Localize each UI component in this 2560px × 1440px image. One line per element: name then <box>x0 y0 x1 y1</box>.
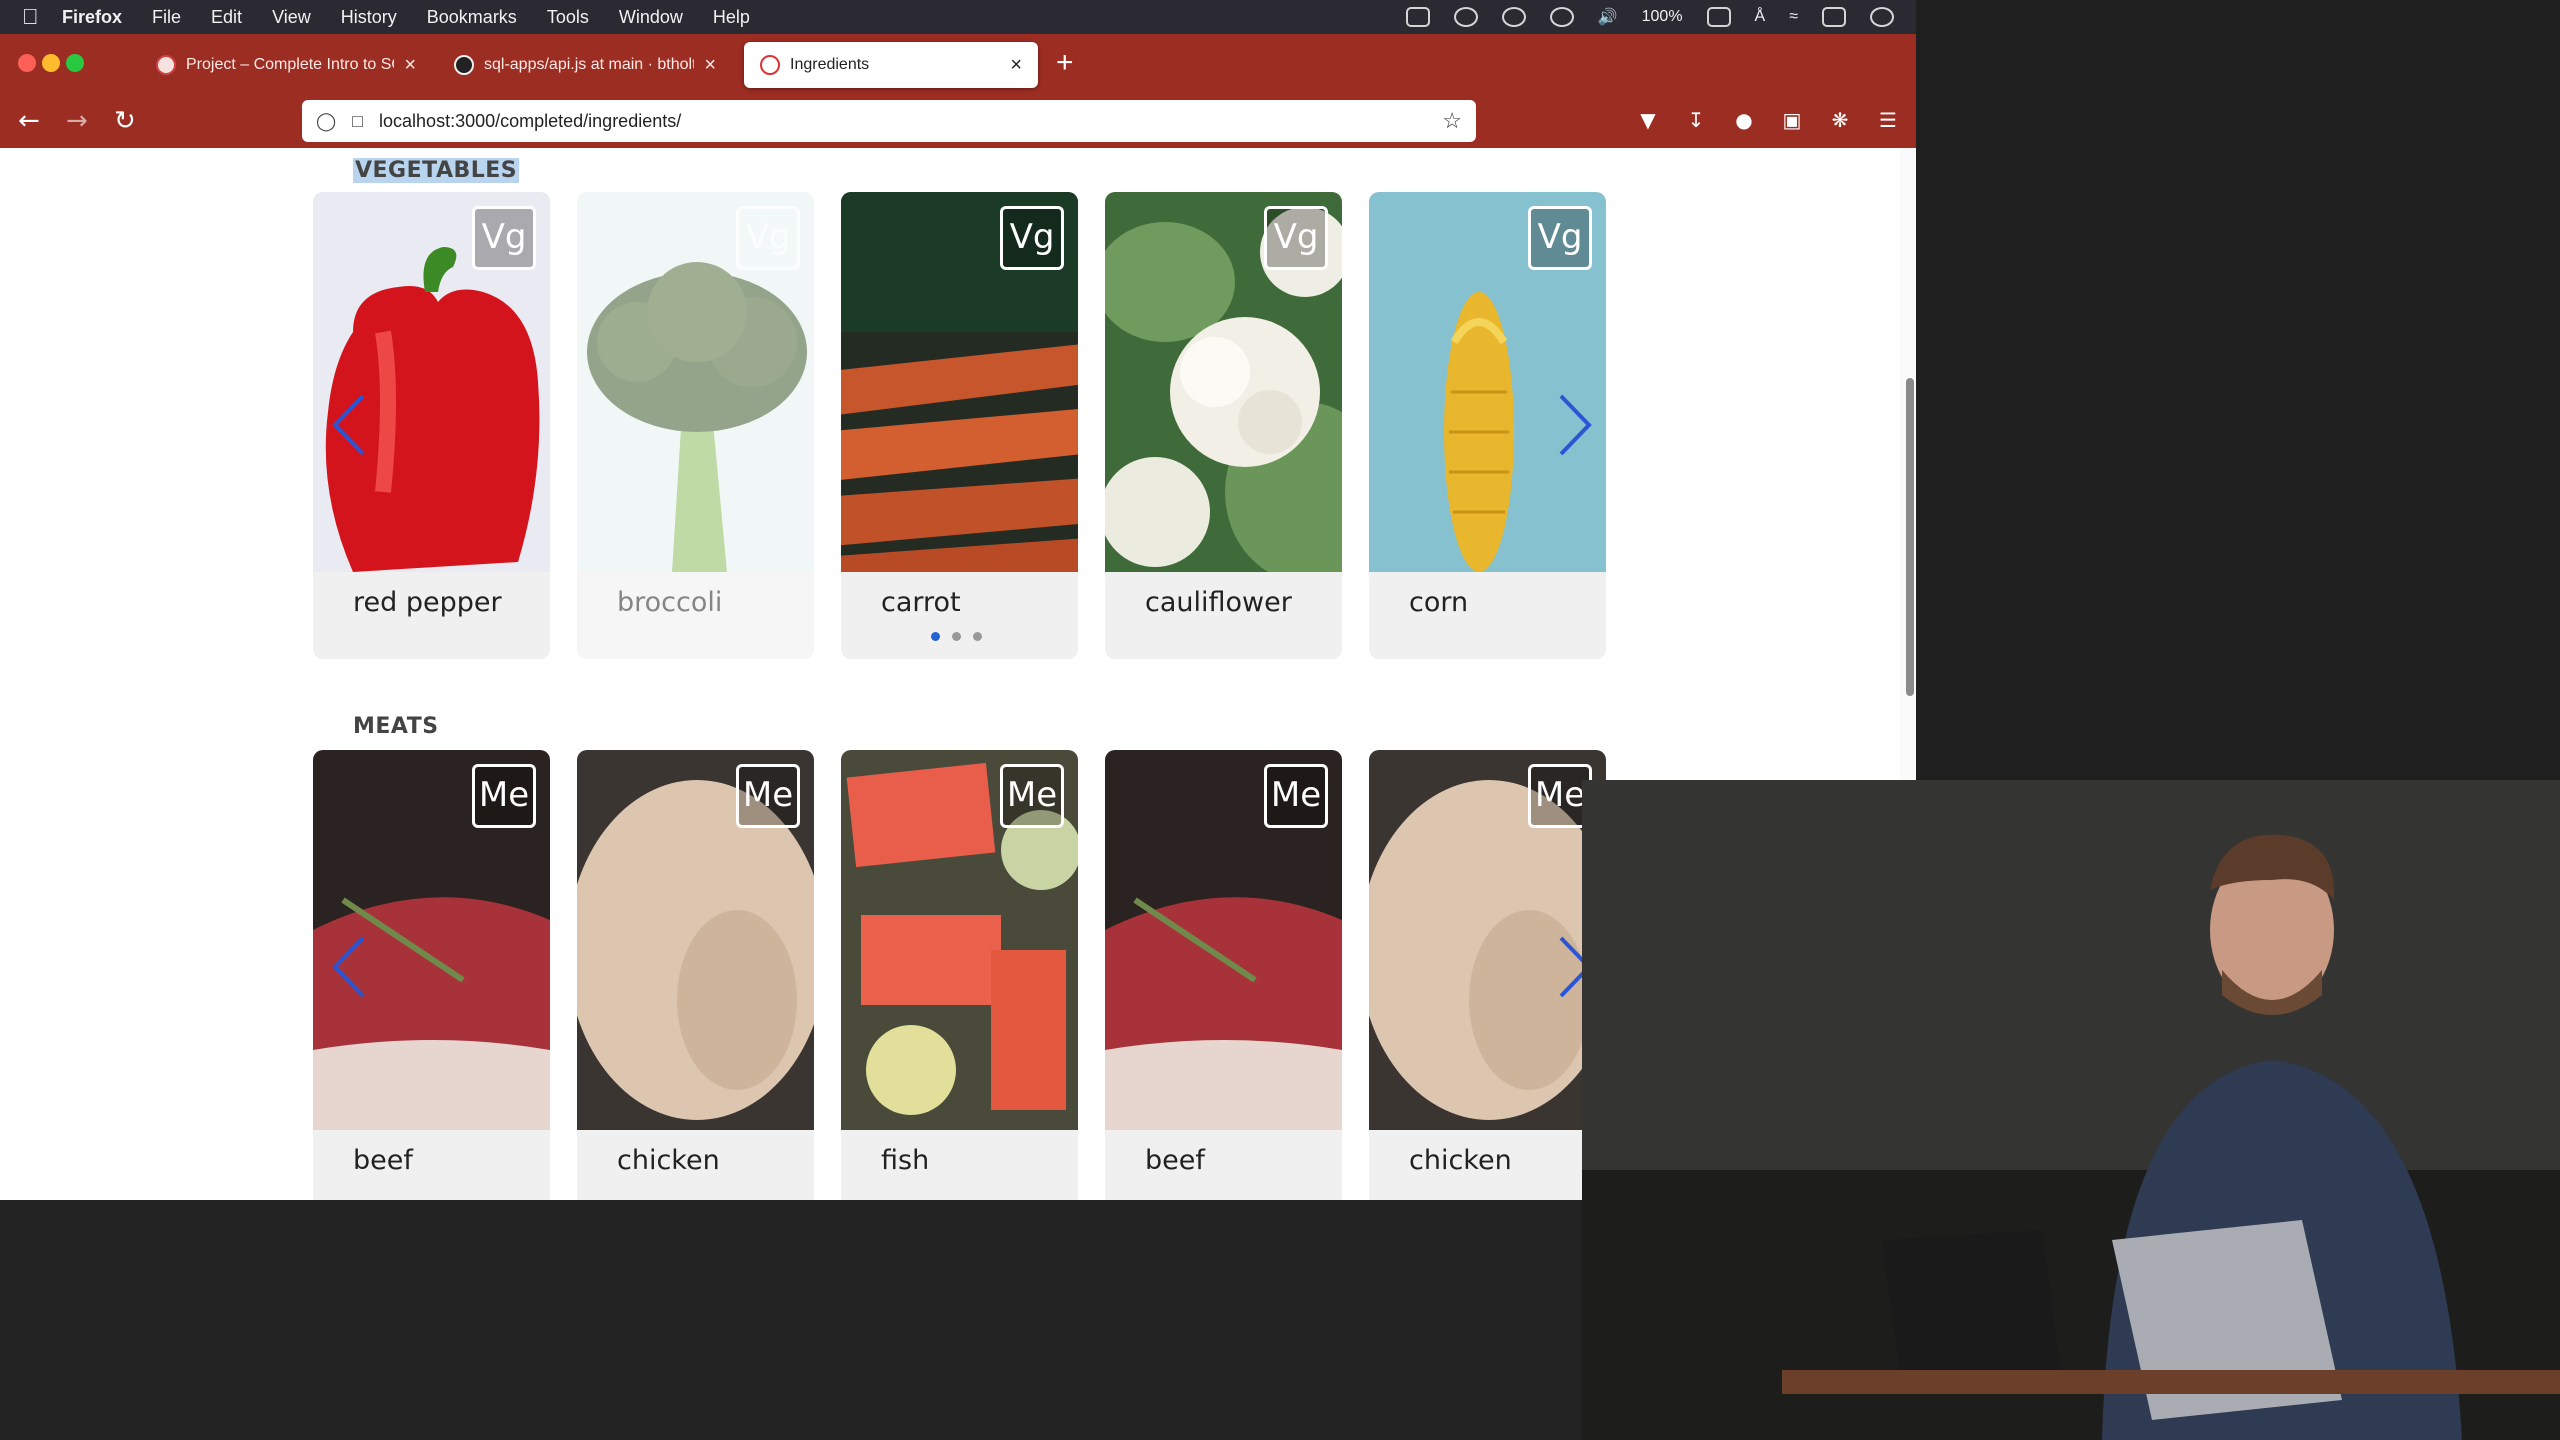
globe-icon[interactable] <box>1549 7 1574 27</box>
ingredient-name: cauliflower <box>1145 587 1292 618</box>
card-caption <box>1369 572 1606 659</box>
close-tab-icon[interactable]: × <box>1010 54 1022 77</box>
ingredient-name: broccoli <box>617 587 723 618</box>
page-icon: □ <box>352 110 364 131</box>
bluetooth-icon[interactable]: Å <box>1755 8 1766 26</box>
ingredient-card[interactable]: broccoli Vg <box>577 192 814 659</box>
tab-label: Project – Complete Intro to SQL <box>186 56 395 73</box>
account-icon[interactable]: ● <box>1732 108 1756 132</box>
extensions-icon[interactable]: ❋ <box>1828 108 1852 132</box>
card-caption <box>1105 1130 1342 1200</box>
ingredient-name: beef <box>353 1145 413 1176</box>
clock-icon[interactable] <box>1870 7 1894 27</box>
ingredient-card[interactable]: fish Me <box>841 750 1078 1200</box>
carousel-prev-arrow-icon[interactable] <box>325 932 375 1002</box>
card-caption <box>841 1130 1078 1200</box>
close-tab-icon[interactable]: × <box>404 54 416 77</box>
close-tab-icon[interactable]: × <box>704 54 716 77</box>
back-arrow-icon[interactable]: ← <box>18 106 40 136</box>
ingredient-name: chicken <box>1409 1145 1512 1176</box>
carousel-prev-arrow-icon[interactable] <box>325 390 375 460</box>
meat-badge: Me <box>472 764 536 828</box>
ingredient-card[interactable]: beef Me <box>1105 750 1342 1200</box>
address-bar[interactable]: ◯ □ localhost:3000/completed/ingredients… <box>302 100 1476 142</box>
vegetable-badge: Vg <box>472 206 536 270</box>
ingredient-card[interactable]: chicken Me <box>577 750 814 1200</box>
forward-arrow-icon[interactable]: → <box>66 106 88 136</box>
menu-file[interactable]: File <box>152 7 181 28</box>
ingredient-card[interactable]: carrot Vg <box>841 192 1078 659</box>
tab-sql-intro[interactable]: Project – Complete Intro to SQL × <box>140 42 432 88</box>
display-icon[interactable] <box>1405 7 1430 27</box>
zoom-window-button[interactable] <box>66 54 84 72</box>
new-tab-icon[interactable]: + <box>1056 46 1074 80</box>
presenter-video-frame <box>1582 780 2560 1440</box>
extension-shield-icon[interactable]: ▣ <box>1780 108 1804 132</box>
minimize-window-button[interactable] <box>42 54 60 72</box>
menu-view[interactable]: View <box>272 7 311 28</box>
carousel-dots <box>931 632 982 641</box>
section-title: VEGETABLES <box>353 158 520 183</box>
menu-history[interactable]: History <box>341 7 397 28</box>
menu-firefox[interactable]: Firefox <box>62 7 122 28</box>
wifi-icon[interactable]: ≈ <box>1789 8 1798 26</box>
shield-icon[interactable]: ◯ <box>316 111 336 132</box>
apple-icon[interactable]:  <box>22 4 62 30</box>
menu-edit[interactable]: Edit <box>211 7 242 28</box>
meat-badge: Me <box>736 764 800 828</box>
carousel-dot[interactable] <box>931 632 940 641</box>
ingredient-card[interactable]: cauliflower Vg <box>1105 192 1342 659</box>
bookmark-star-icon[interactable]: ☆ <box>1442 108 1462 134</box>
ingredient-name: carrot <box>881 587 961 618</box>
meat-badge: Me <box>1000 764 1064 828</box>
tab-favicon-icon <box>760 55 780 75</box>
download-icon[interactable]: ↧ <box>1684 108 1708 132</box>
tab-github-api[interactable]: sql-apps/api.js at main · btholt/s × <box>438 42 732 88</box>
section-title: MEATS <box>353 714 439 739</box>
battery-icon[interactable] <box>1706 7 1731 27</box>
meats-section: MEATS beef Me chicken Me fish Me beef Me… <box>313 706 1613 1200</box>
control-center-icon[interactable] <box>1822 7 1846 27</box>
ingredient-name: beef <box>1145 1145 1205 1176</box>
vegetable-badge: Vg <box>1264 206 1328 270</box>
ingredient-name: red pepper <box>353 587 502 618</box>
vegetables-section: VEGETABLES red pepper Vg broccoli Vg car… <box>313 148 1613 668</box>
desktop-background <box>0 1200 1582 1440</box>
close-window-button[interactable] <box>18 54 36 72</box>
battery-percent: 100% <box>1641 8 1683 25</box>
ingredient-name: chicken <box>617 1145 720 1176</box>
ingredient-name: fish <box>881 1145 930 1176</box>
vegetable-badge: Vg <box>736 206 800 270</box>
meat-badge: Me <box>1264 764 1328 828</box>
carousel-next-arrow-icon[interactable] <box>1549 390 1599 460</box>
volume-icon[interactable]: 🔊 <box>1598 7 1618 27</box>
webcam-overlay <box>1582 780 2560 1440</box>
pocket-icon[interactable]: ▼ <box>1636 108 1660 132</box>
tab-ingredients[interactable]: Ingredients × <box>744 42 1038 88</box>
vegetable-badge: Vg <box>1528 206 1592 270</box>
menu-tools[interactable]: Tools <box>547 7 589 28</box>
reload-icon[interactable]: ↻ <box>114 106 136 136</box>
tab-strip: Project – Complete Intro to SQL × sql-ap… <box>0 34 1916 94</box>
macos-menu-bar:  Firefox File Edit View History Bookmar… <box>0 0 1916 34</box>
cloud-icon[interactable] <box>1453 7 1478 27</box>
scrollbar-thumb[interactable] <box>1906 378 1914 696</box>
menu-window[interactable]: Window <box>619 7 683 28</box>
browser-chrome: Project – Complete Intro to SQL × sql-ap… <box>0 34 1916 148</box>
tab-label: Ingredients <box>790 56 870 73</box>
url-text[interactable]: localhost:3000/completed/ingredients/ <box>379 111 681 132</box>
carousel-dot[interactable] <box>973 632 982 641</box>
navigation-bar: ← → ↻ ◯ □ localhost:3000/completed/ingre… <box>0 94 1916 148</box>
vpn-icon[interactable] <box>1501 7 1526 27</box>
tab-favicon-icon <box>156 55 176 75</box>
vegetable-badge: Vg <box>1000 206 1064 270</box>
ingredient-name: corn <box>1409 587 1469 618</box>
github-icon <box>454 55 474 75</box>
menu-help[interactable]: Help <box>713 7 750 28</box>
menu-bookmarks[interactable]: Bookmarks <box>427 7 517 28</box>
carousel-dot[interactable] <box>952 632 961 641</box>
tab-label: sql-apps/api.js at main · btholt/s <box>484 56 695 73</box>
hamburger-menu-icon[interactable]: ☰ <box>1876 108 1900 132</box>
card-caption <box>313 1130 550 1200</box>
